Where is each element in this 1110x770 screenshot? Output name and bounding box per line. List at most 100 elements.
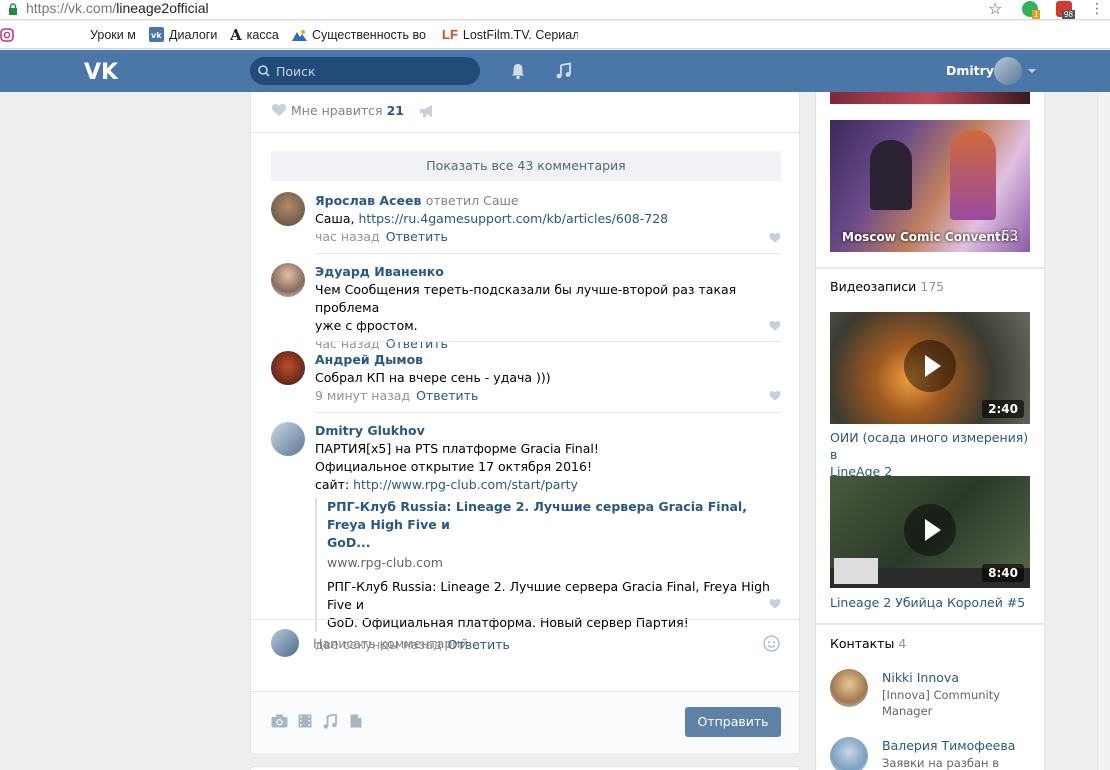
photo-thumbnail[interactable]: [830, 92, 1030, 104]
vk-header: VK Dmitry: [0, 50, 1110, 92]
audio-icon[interactable]: [323, 714, 337, 729]
mountain-icon: [292, 30, 307, 41]
video-title[interactable]: Lineage 2 Убийца Королей #5: [830, 594, 1030, 611]
comment-text: ПАРТИЯ[x5] на PTS платформе Gracia Final…: [315, 441, 599, 456]
avatar[interactable]: [271, 192, 305, 226]
bookmarks-bar: Уроки м vk Диалоги Aкасса Существенность …: [0, 21, 1110, 49]
vk-icon: vk: [149, 27, 164, 42]
comment-author[interactable]: Ярослав Асеев ответил Саше: [315, 192, 781, 210]
scrollbar[interactable]: [1097, 92, 1110, 770]
contact-role: [Innova] Community Manager: [882, 688, 1001, 718]
bookmark-instagram[interactable]: [0, 27, 19, 43]
send-button[interactable]: Отправить: [685, 707, 781, 737]
snippet-title[interactable]: РПГ-Клуб Russia: Lineage 2. Лучшие серве…: [327, 498, 781, 534]
comment-input[interactable]: [313, 630, 753, 656]
comment-author[interactable]: Андрей Дымов: [315, 351, 781, 369]
video-duration: 8:40: [982, 564, 1024, 582]
play-icon[interactable]: [904, 504, 956, 556]
contacts-title[interactable]: Контакты 4: [830, 635, 906, 653]
comment-like-heart-icon[interactable]: [769, 390, 781, 401]
comment-link[interactable]: http://www.rpg-club.com/start/party: [353, 477, 578, 492]
extension-badge: 98: [1062, 10, 1075, 19]
comment-like-heart-icon[interactable]: [769, 232, 781, 243]
avatar[interactable]: [271, 422, 305, 456]
contact-name[interactable]: Валерия Тимофеева: [882, 737, 1015, 755]
search-box[interactable]: [250, 57, 480, 85]
videos-title[interactable]: Видеозаписи 175: [830, 278, 944, 296]
photo-figure: [870, 140, 912, 210]
comment-author[interactable]: Эдуард Иваненко: [315, 263, 781, 281]
like-button[interactable]: Мне нравится 21: [271, 102, 404, 120]
comment-meta: час назад Ответить: [315, 228, 781, 246]
post-card: Мне нравится 21 Показать все 43 комментар…: [250, 92, 800, 753]
divider: [315, 412, 781, 413]
bookmark-item[interactable]: Уроки м: [90, 27, 136, 43]
comment-like-heart-icon[interactable]: [769, 320, 781, 331]
avatar[interactable]: [830, 737, 868, 770]
play-icon[interactable]: [904, 340, 956, 392]
show-all-comments-button[interactable]: Показать все 43 комментария: [271, 151, 781, 181]
avatar[interactable]: [830, 669, 868, 707]
browser-address-bar[interactable]: https://vk.com/lineage2official ☆ 1 98 ⋮: [0, 0, 1110, 20]
bookmark-star-icon[interactable]: ☆: [988, 0, 1002, 17]
video-thumbnail[interactable]: 8:40: [830, 476, 1030, 588]
vk-logo-icon[interactable]: VK: [84, 60, 118, 82]
svg-text:VK: VK: [84, 60, 118, 82]
heart-icon: [272, 104, 286, 116]
document-icon[interactable]: [350, 714, 362, 728]
bookmark-item[interactable]: LF LostFilm.TV. Сериалы: [442, 27, 578, 43]
contact-role: Заявки на разбан в: [882, 756, 999, 770]
video-title[interactable]: ОИИ (осада иного измерения) в LineAge 2: [830, 429, 1030, 480]
snippet-domain: www.rpg-club.com: [327, 555, 443, 570]
chevron-down-icon[interactable]: [1028, 69, 1036, 73]
comment-item: Dmitry Glukhov ПАРТИЯ[x5] на PTS платфор…: [271, 422, 781, 652]
comment-time[interactable]: час назад: [315, 229, 380, 244]
comment-time[interactable]: час назад: [315, 336, 380, 351]
snippet-title[interactable]: GoD...: [327, 534, 781, 552]
album-label: Moscow Comic Conventi...: [842, 230, 1019, 244]
bell-icon[interactable]: [509, 62, 527, 80]
instagram-icon: [0, 28, 14, 42]
reply-link[interactable]: Ответить: [416, 388, 478, 403]
divider: [251, 619, 799, 620]
camera-icon[interactable]: [271, 714, 288, 728]
video-icon[interactable]: [298, 714, 312, 728]
search-input[interactable]: [276, 57, 472, 85]
comment-like-heart-icon[interactable]: [769, 598, 781, 609]
comment-item: Андрей Дымов Собрал КП на вчере сень - у…: [271, 351, 781, 405]
next-post-card: [250, 766, 800, 770]
emoji-smile-icon[interactable]: [763, 635, 780, 652]
video-webcam-inset: [834, 558, 878, 584]
avatar[interactable]: [271, 351, 305, 385]
bookmark-item[interactable]: Существенность во в: [292, 27, 430, 43]
extension-badge: 1: [1032, 10, 1041, 19]
share-megaphone-icon[interactable]: [419, 104, 435, 118]
comment-author[interactable]: Dmitry Glukhov: [315, 422, 781, 440]
reply-link[interactable]: Ответить: [386, 336, 448, 351]
snippet-description: РПГ-Клуб Russia: Lineage 2. Лучшие серве…: [327, 579, 770, 612]
reply-link[interactable]: Ответить: [386, 229, 448, 244]
comment-text: Чем Сообщения тереть-подсказали бы лучше…: [315, 282, 737, 315]
contacts-block: Контакты 4 Nikki Innova [Innova] Communit…: [815, 624, 1045, 770]
bookmark-item[interactable]: Aкасса: [230, 27, 279, 43]
videos-block: Видеозаписи 175 2:40 ОИИ (осада иного изм…: [815, 268, 1045, 624]
bookmark-item[interactable]: vk Диалоги: [149, 27, 217, 43]
comment-text: Саша, https://ru.4gamesupport.com/kb/art…: [315, 211, 669, 226]
album-count: 53: [1001, 229, 1018, 244]
divider: [251, 132, 799, 133]
link-snippet[interactable]: РПГ-Клуб Russia: Lineage 2. Лучшие серве…: [315, 498, 781, 632]
comment-time[interactable]: 9 минут назад: [315, 388, 410, 403]
search-icon: [258, 65, 270, 77]
avatar[interactable]: [271, 263, 305, 297]
contact-item: Nikki Innova [Innova] Community Manager: [830, 669, 1040, 721]
header-user-name[interactable]: Dmitry: [946, 62, 994, 80]
header-avatar[interactable]: [994, 57, 1022, 85]
comment-link[interactable]: https://ru.4gamesupport.com/kb/articles/…: [358, 211, 668, 226]
video-thumbnail[interactable]: 2:40: [830, 312, 1030, 424]
url-text[interactable]: https://vk.com/lineage2official: [26, 0, 209, 17]
album-thumbnail[interactable]: Moscow Comic Conventi... 53: [830, 120, 1030, 252]
browser-menu-icon[interactable]: ⋮: [1090, 1, 1104, 17]
contact-name[interactable]: Nikki Innova: [882, 669, 959, 687]
comment-text: уже с фростом.: [315, 318, 418, 333]
music-icon[interactable]: [555, 62, 573, 80]
